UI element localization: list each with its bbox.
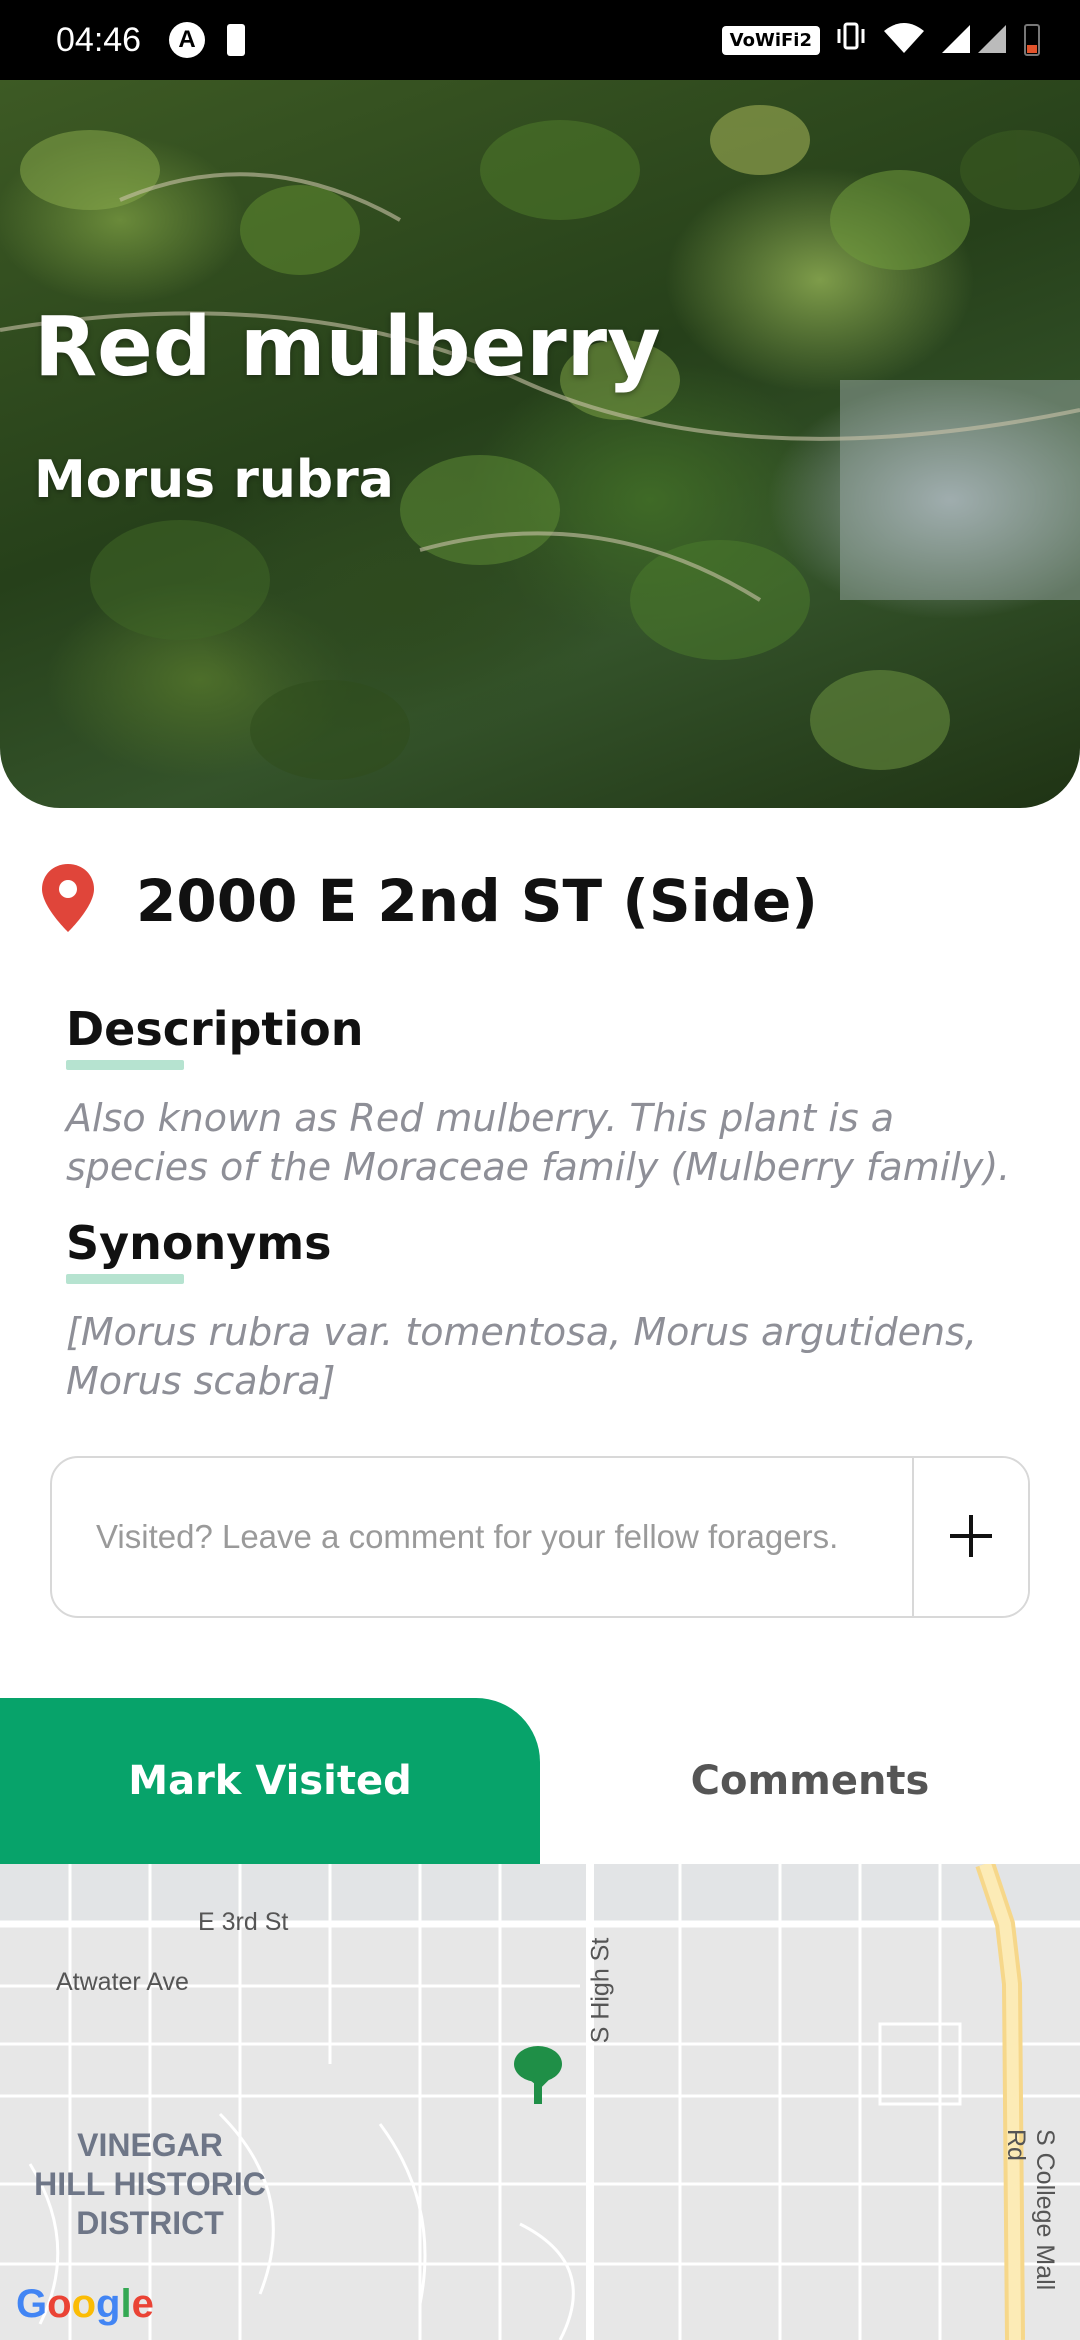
mark-visited-button[interactable]: Mark Visited (0, 1698, 540, 1864)
map-street-label: S College Mall Rd (1002, 2129, 1059, 2291)
wifi-icon (882, 21, 926, 60)
a-icon: A (169, 22, 206, 58)
map-pin-icon (40, 862, 96, 939)
location-row[interactable]: 2000 E 2nd ST (Side) (40, 862, 818, 939)
map-street-label: E 3rd St (198, 1908, 289, 1936)
status-time: 04:46 (56, 20, 142, 59)
status-bar: 04:46 A VoWiFi2 (0, 0, 1080, 80)
synonyms-underline (66, 1274, 184, 1284)
synonyms-text: [Morus rubra var. tomentosa, Morus argut… (66, 1310, 977, 1403)
location-address: 2000 E 2nd ST (Side) (136, 866, 818, 935)
comments-tab[interactable]: Comments (540, 1698, 1080, 1864)
status-right-icons: VoWiFi2 (721, 0, 1040, 80)
description-underline (66, 1060, 184, 1070)
google-logo: Google (16, 2282, 154, 2326)
map-street-label: S High St (586, 1937, 615, 2044)
description-heading: Description (66, 1002, 364, 1056)
description-text: Also known as Red mulberry. This plant i… (66, 1096, 1011, 1189)
wifi-calling-badge: VoWiFi2 (721, 25, 820, 55)
map-street-label: Atwater Ave (56, 1968, 189, 1996)
add-comment-button[interactable] (912, 1458, 1028, 1616)
comment-input[interactable] (52, 1458, 912, 1616)
map-view[interactable]: E 3rd St Atwater Ave S High St S College… (0, 1864, 1080, 2340)
plus-icon (948, 1513, 994, 1562)
synonyms-heading: Synonyms (66, 1216, 332, 1270)
battery-saver-icon (227, 24, 246, 56)
map-district-label: VINEGAR HILL HISTORIC DISTRICT (34, 2127, 266, 2241)
plant-photo: Red mulberry Morus rubra (0, 80, 1080, 808)
plant-scientific-name: Morus rubra (34, 450, 394, 510)
battery-icon (1024, 24, 1040, 56)
plant-common-name: Red mulberry (34, 300, 661, 395)
comment-box (50, 1456, 1030, 1618)
vibrate-icon (834, 19, 868, 61)
action-tabs: Mark Visited Comments (0, 1698, 1080, 1864)
signal-icon (940, 21, 1010, 60)
